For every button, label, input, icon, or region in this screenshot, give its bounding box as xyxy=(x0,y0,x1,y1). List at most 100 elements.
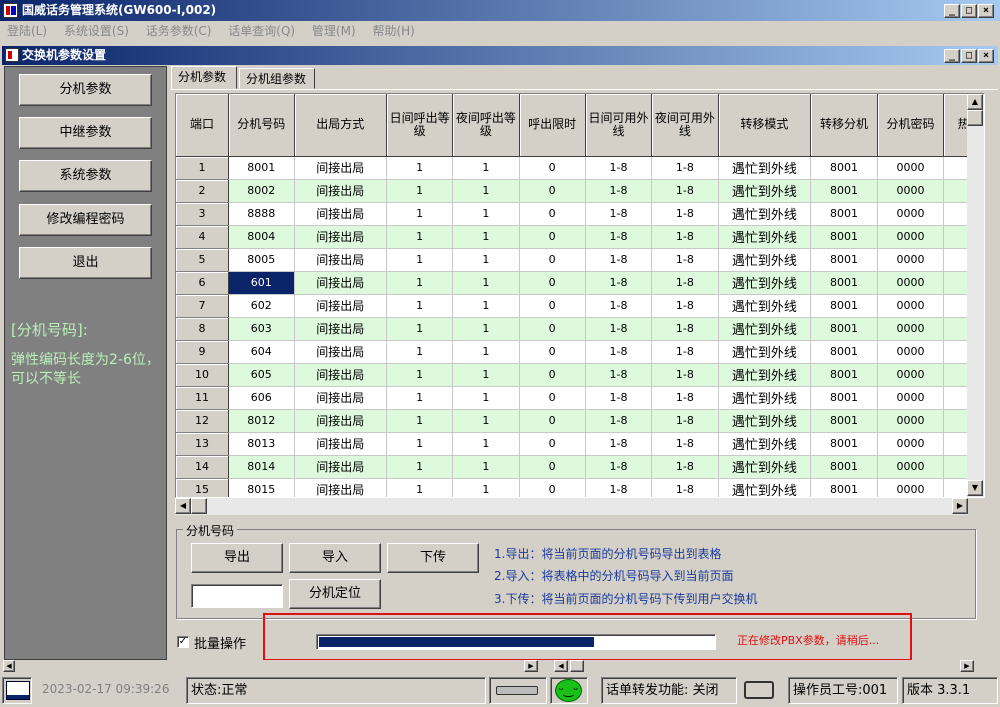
batch-checkbox[interactable]: ✓ xyxy=(177,636,189,648)
cell-call-limit[interactable]: 0 xyxy=(519,432,586,456)
cell-day-lines[interactable]: 1-8 xyxy=(585,317,653,341)
cell-day-lines[interactable]: 1-8 xyxy=(585,271,653,295)
locate-button[interactable]: 分机定位 xyxy=(289,579,381,609)
cell-day-lines[interactable]: 1-8 xyxy=(585,202,653,226)
menu-traffic-params[interactable]: 话务参数(C) xyxy=(139,21,218,41)
cell-night-lines[interactable]: 1-8 xyxy=(651,202,719,226)
cell-day-call-level[interactable]: 1 xyxy=(386,271,454,295)
cell-night-call-level[interactable]: 1 xyxy=(452,409,520,433)
cell-transfer-ext[interactable]: 8001 xyxy=(810,340,878,364)
export-button[interactable]: 导出 xyxy=(191,543,283,573)
cell-ext-password[interactable]: 0000 xyxy=(877,363,945,387)
cell-night-lines[interactable]: 1-8 xyxy=(651,225,719,249)
cell-transfer-ext[interactable]: 8001 xyxy=(810,294,878,318)
menu-system-settings[interactable]: 系统设置(S) xyxy=(57,21,135,41)
cell-call-limit[interactable]: 0 xyxy=(519,202,586,226)
cell-night-call-level[interactable]: 1 xyxy=(452,271,520,295)
menu-manage[interactable]: 管理(M) xyxy=(305,21,362,41)
cell-night-lines[interactable]: 1-8 xyxy=(651,179,719,203)
cell-outgoing-mode[interactable]: 间接出局 xyxy=(294,409,387,433)
table-row[interactable]: 4 8004 间接出局 1 1 0 1-8 1-8 遇忙到外线 8001 0000 xyxy=(176,225,984,249)
table-row[interactable]: 5 8005 间接出局 1 1 0 1-8 1-8 遇忙到外线 8001 0000 xyxy=(176,248,984,272)
cell-transfer-ext[interactable]: 8001 xyxy=(810,156,878,180)
cell-night-call-level[interactable]: 1 xyxy=(452,455,520,479)
cell-transfer-mode[interactable]: 遇忙到外线 xyxy=(718,271,812,295)
cell-ext-number[interactable]: 602 xyxy=(228,294,295,318)
mdi-scroll-thumb[interactable] xyxy=(570,660,584,672)
col-header-transfer-mode[interactable]: 转移模式 xyxy=(718,94,812,157)
cell-ext-number[interactable]: 605 xyxy=(228,363,295,387)
cell-call-limit[interactable]: 0 xyxy=(519,294,586,318)
cell-ext-password[interactable]: 0000 xyxy=(877,409,945,433)
cell-ext-password[interactable]: 0000 xyxy=(877,317,945,341)
nav-system-params-button[interactable]: 系统参数 xyxy=(19,160,152,192)
cell-transfer-ext[interactable]: 8001 xyxy=(810,225,878,249)
cell-call-limit[interactable]: 0 xyxy=(519,409,586,433)
col-header-ext-number[interactable]: 分机号码 xyxy=(228,94,295,157)
cell-outgoing-mode[interactable]: 间接出局 xyxy=(294,478,387,497)
cell-ext-number[interactable]: 8005 xyxy=(228,248,295,272)
cell-ext-number[interactable]: 8004 xyxy=(228,225,295,249)
cell-outgoing-mode[interactable]: 间接出局 xyxy=(294,156,387,180)
cell-outgoing-mode[interactable]: 间接出局 xyxy=(294,317,387,341)
cell-day-call-level[interactable]: 1 xyxy=(386,340,454,364)
cell-call-limit[interactable]: 0 xyxy=(519,156,586,180)
cell-day-call-level[interactable]: 1 xyxy=(386,386,454,410)
close-icon[interactable]: × xyxy=(978,4,994,18)
cell-day-lines[interactable]: 1-8 xyxy=(585,363,653,387)
maximize-icon[interactable]: □ xyxy=(961,4,977,18)
scroll-left-icon[interactable]: ◀ xyxy=(175,498,191,514)
cell-call-limit[interactable]: 0 xyxy=(519,478,586,497)
scroll-h-thumb[interactable] xyxy=(191,498,207,514)
cell-ext-password[interactable]: 0000 xyxy=(877,294,945,318)
cell-day-call-level[interactable]: 1 xyxy=(386,478,454,497)
cell-day-call-level[interactable]: 1 xyxy=(386,455,454,479)
child-close-icon[interactable]: × xyxy=(978,49,994,63)
cell-ext-password[interactable]: 0000 xyxy=(877,386,945,410)
table-row[interactable]: 2 8002 间接出局 1 1 0 1-8 1-8 遇忙到外线 8001 0000 xyxy=(176,179,984,203)
cell-night-call-level[interactable]: 1 xyxy=(452,225,520,249)
cell-ext-number[interactable]: 8012 xyxy=(228,409,295,433)
cell-day-call-level[interactable]: 1 xyxy=(386,179,454,203)
cell-day-lines[interactable]: 1-8 xyxy=(585,225,653,249)
table-row[interactable]: 1 8001 间接出局 1 1 0 1-8 1-8 遇忙到外线 8001 0000 xyxy=(176,156,984,180)
cell-transfer-mode[interactable]: 遇忙到外线 xyxy=(718,156,812,180)
cell-night-lines[interactable]: 1-8 xyxy=(651,248,719,272)
col-header-day-lines[interactable]: 日间可用外线 xyxy=(585,94,653,157)
cell-transfer-mode[interactable]: 遇忙到外线 xyxy=(718,202,812,226)
cell-ext-number[interactable]: 8013 xyxy=(228,432,295,456)
cell-ext-number[interactable]: 606 xyxy=(228,386,295,410)
cell-ext-password[interactable]: 0000 xyxy=(877,432,945,456)
cell-transfer-ext[interactable]: 8001 xyxy=(810,386,878,410)
cell-ext-password[interactable]: 0000 xyxy=(877,248,945,272)
mdi-horizontal-scrollbar[interactable]: ◀ ▶ ◀ ▶ xyxy=(2,660,998,673)
minimize-icon[interactable]: _ xyxy=(944,4,960,18)
cell-transfer-mode[interactable]: 遇忙到外线 xyxy=(718,179,812,203)
cell-transfer-mode[interactable]: 遇忙到外线 xyxy=(718,363,812,387)
cell-day-lines[interactable]: 1-8 xyxy=(585,455,653,479)
menu-bill-query[interactable]: 话单查询(Q) xyxy=(221,21,301,41)
cell-night-call-level[interactable]: 1 xyxy=(452,202,520,226)
mdi-scroll-left-icon-b[interactable]: ◀ xyxy=(554,660,568,672)
col-header-ext-password[interactable]: 分机密码 xyxy=(877,94,945,157)
table-row[interactable]: 3 8888 间接出局 1 1 0 1-8 1-8 遇忙到外线 8001 0000 xyxy=(176,202,984,226)
cell-outgoing-mode[interactable]: 间接出局 xyxy=(294,386,387,410)
cell-night-lines[interactable]: 1-8 xyxy=(651,432,719,456)
cell-call-limit[interactable]: 0 xyxy=(519,340,586,364)
cell-transfer-ext[interactable]: 8001 xyxy=(810,248,878,272)
cell-night-lines[interactable]: 1-8 xyxy=(651,294,719,318)
cell-transfer-ext[interactable]: 8001 xyxy=(810,202,878,226)
cell-ext-number[interactable]: 604 xyxy=(228,340,295,364)
cell-night-call-level[interactable]: 1 xyxy=(452,363,520,387)
cell-day-call-level[interactable]: 1 xyxy=(386,317,454,341)
cell-night-lines[interactable]: 1-8 xyxy=(651,409,719,433)
col-header-day-call-level[interactable]: 日间呼出等级 xyxy=(386,94,454,157)
cell-day-call-level[interactable]: 1 xyxy=(386,409,454,433)
cell-night-call-level[interactable]: 1 xyxy=(452,179,520,203)
cell-call-limit[interactable]: 0 xyxy=(519,248,586,272)
cell-night-lines[interactable]: 1-8 xyxy=(651,455,719,479)
cell-night-lines[interactable]: 1-8 xyxy=(651,317,719,341)
cell-ext-number[interactable]: 603 xyxy=(228,317,295,341)
table-row[interactable]: 13 8013 间接出局 1 1 0 1-8 1-8 遇忙到外线 8001 0000 xyxy=(176,432,984,456)
cell-outgoing-mode[interactable]: 间接出局 xyxy=(294,340,387,364)
